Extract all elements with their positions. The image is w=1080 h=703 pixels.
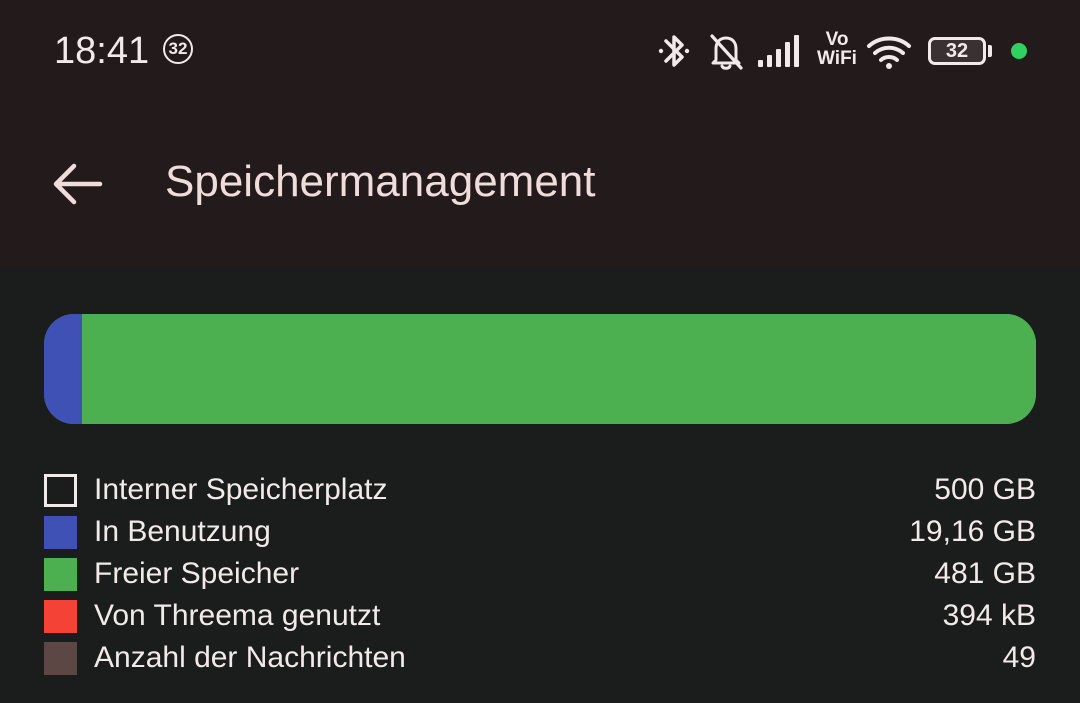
arrow-left-icon (53, 163, 103, 205)
legend-value: 500 GB (934, 473, 1036, 506)
storage-legend: Interner Speicherplatz 500 GB In Benutzu… (44, 469, 1036, 679)
battery-level: 32 (945, 39, 969, 62)
battery-icon: 32 (928, 37, 986, 65)
legend-value: 19,16 GB (909, 515, 1036, 548)
back-button[interactable] (44, 152, 112, 216)
battery-tip (988, 45, 992, 57)
storage-used-segment (44, 314, 82, 424)
vowifi-label-bottom: WiFi (817, 48, 857, 69)
page-title: Speichermanagement (165, 157, 596, 206)
storage-free-segment (81, 314, 1036, 424)
status-time: 18:41 (54, 30, 150, 72)
legend-label: Von Threema genutzt (94, 599, 381, 632)
legend-swatch (44, 599, 77, 633)
legend-label: Anzahl der Nachrichten (94, 641, 406, 674)
bluetooth-icon (658, 35, 690, 67)
legend-row-message-count: Anzahl der Nachrichten 49 (44, 637, 1036, 679)
legend-label: Freier Speicher (94, 557, 300, 590)
legend-label: Interner Speicherplatz (94, 473, 388, 506)
legend-row-threema-usage: Von Threema genutzt 394 kB (44, 595, 1036, 637)
legend-row-free-storage: Freier Speicher 481 GB (44, 553, 1036, 595)
legend-swatch (44, 557, 77, 591)
privacy-dot (1011, 43, 1027, 59)
legend-swatch (44, 641, 77, 675)
storage-usage-bar (44, 314, 1036, 424)
legend-swatch (44, 473, 77, 507)
legend-row-in-use: In Benutzung 19,16 GB (44, 511, 1036, 553)
legend-label: In Benutzung (94, 515, 271, 548)
legend-value: 394 kB (942, 599, 1036, 632)
legend-row-internal-storage: Interner Speicherplatz 500 GB (44, 469, 1036, 511)
status-bar: 18:41 32 Vo WiFi 32 (0, 0, 1080, 100)
vowifi-icon: Vo WiFi (815, 30, 859, 68)
signal-icon (758, 35, 799, 67)
legend-value: 481 GB (934, 557, 1036, 590)
wifi-icon (867, 36, 911, 69)
vowifi-label-top: Vo (825, 29, 849, 50)
bell-muted-icon (710, 34, 743, 70)
legend-swatch (44, 515, 77, 549)
notification-count-badge: 32 (163, 34, 193, 64)
legend-value: 49 (1002, 641, 1036, 674)
